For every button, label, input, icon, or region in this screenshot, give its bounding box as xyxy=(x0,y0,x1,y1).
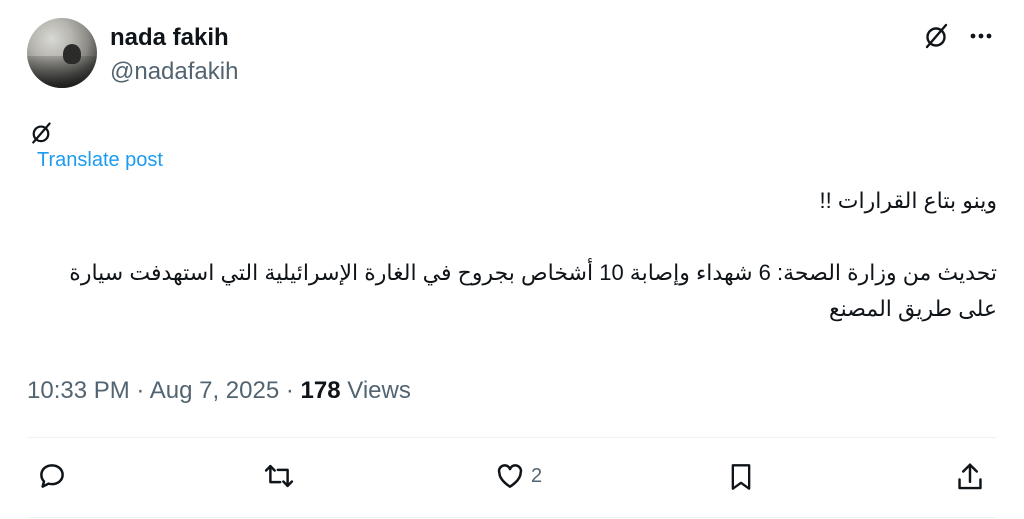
reply-button[interactable] xyxy=(37,461,67,491)
repost-button[interactable] xyxy=(263,461,295,491)
heart-icon xyxy=(497,464,523,488)
post-text: وينو بتاع القرارات !! تحديث من وزارة الص… xyxy=(27,183,997,327)
divider xyxy=(27,437,997,438)
like-count: 2 xyxy=(531,464,543,487)
grok-icon[interactable] xyxy=(922,22,950,50)
share-icon xyxy=(958,463,982,490)
meta-separator: · xyxy=(279,377,301,404)
meta-separator: · xyxy=(129,377,150,404)
divider xyxy=(27,517,997,518)
author-handle[interactable]: @nadafakih xyxy=(110,57,238,87)
post-date[interactable]: Aug 7, 2025 xyxy=(150,377,279,404)
avatar[interactable] xyxy=(27,18,97,88)
translate-post-link[interactable]: Translate post xyxy=(37,146,163,174)
like-button[interactable]: 2 xyxy=(495,461,542,491)
author-display-name[interactable]: nada fakih xyxy=(110,23,229,53)
post-text-line: وينو بتاع القرارات !! xyxy=(819,188,997,213)
more-horizontal-icon[interactable] xyxy=(968,23,994,49)
post-text-line: تحديث من وزارة الصحة: 6 شهداء وإصابة 10 … xyxy=(69,260,997,321)
grok-translate-icon xyxy=(29,121,53,145)
bookmark-icon xyxy=(731,464,751,490)
avatar-figure xyxy=(63,44,81,64)
post-header-actions xyxy=(922,22,994,50)
post-detail: nada fakih @nadafakih Translate post وين… xyxy=(0,0,1024,519)
action-bar: 2 xyxy=(27,455,997,503)
views-count: 178 xyxy=(300,377,341,404)
views-label: Views xyxy=(340,377,411,404)
reply-icon xyxy=(40,464,64,488)
repost-icon xyxy=(264,464,294,488)
post-meta: 10:33 PM · Aug 7, 2025 · 178 Views xyxy=(27,374,411,408)
post-time[interactable]: 10:33 PM xyxy=(27,377,130,404)
bookmark-button[interactable] xyxy=(727,461,755,493)
avatar-shade xyxy=(27,56,97,88)
share-button[interactable] xyxy=(955,461,985,493)
